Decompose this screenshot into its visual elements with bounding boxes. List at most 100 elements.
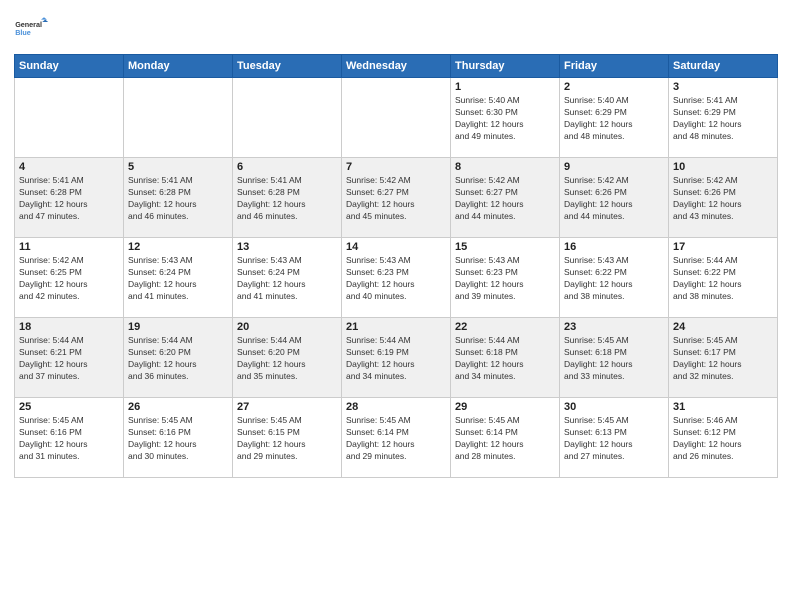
calendar-day-20: 20 Sunrise: 5:44 AM Sunset: 6:20 PM Dayli…	[233, 318, 342, 398]
calendar-day-15: 15 Sunrise: 5:43 AM Sunset: 6:23 PM Dayli…	[451, 238, 560, 318]
calendar-day-30: 30 Sunrise: 5:45 AM Sunset: 6:13 PM Dayli…	[560, 398, 669, 478]
day-number: 12	[128, 241, 228, 253]
day-info: Sunrise: 5:45 AM Sunset: 6:15 PM Dayligh…	[237, 415, 337, 463]
day-number: 29	[455, 401, 555, 413]
calendar-day-21: 21 Sunrise: 5:44 AM Sunset: 6:19 PM Dayli…	[342, 318, 451, 398]
day-number: 5	[128, 161, 228, 173]
day-info: Sunrise: 5:45 AM Sunset: 6:14 PM Dayligh…	[455, 415, 555, 463]
calendar-day-9: 9 Sunrise: 5:42 AM Sunset: 6:26 PM Daylig…	[560, 158, 669, 238]
day-info: Sunrise: 5:41 AM Sunset: 6:28 PM Dayligh…	[128, 175, 228, 223]
calendar-day-11: 11 Sunrise: 5:42 AM Sunset: 6:25 PM Dayli…	[15, 238, 124, 318]
svg-text:Blue: Blue	[15, 28, 31, 37]
calendar-header-wednesday: Wednesday	[342, 55, 451, 78]
day-number: 8	[455, 161, 555, 173]
calendar-week-row: 18Sunrise: 5:44 AM Sunset: 6:21 PM Dayli…	[15, 318, 778, 398]
day-info: Sunrise: 5:45 AM Sunset: 6:16 PM Dayligh…	[19, 415, 119, 463]
calendar-day-10: 10 Sunrise: 5:42 AM Sunset: 6:26 PM Dayli…	[669, 158, 778, 238]
day-info: Sunrise: 5:40 AM Sunset: 6:30 PM Dayligh…	[455, 95, 555, 143]
day-info: Sunrise: 5:43 AM Sunset: 6:23 PM Dayligh…	[455, 255, 555, 303]
calendar-day-19: 19 Sunrise: 5:44 AM Sunset: 6:20 PM Dayli…	[124, 318, 233, 398]
day-info: Sunrise: 5:42 AM Sunset: 6:25 PM Dayligh…	[19, 255, 119, 303]
calendar-day-22: 22Sunrise: 5:44 AM Sunset: 6:18 PM Dayli…	[451, 318, 560, 398]
day-number: 20	[237, 321, 337, 333]
day-number: 21	[346, 321, 446, 333]
calendar-day-31: 31 Sunrise: 5:46 AM Sunset: 6:12 PM Dayli…	[669, 398, 778, 478]
day-number: 22	[455, 321, 555, 333]
calendar-day-29: 29 Sunrise: 5:45 AM Sunset: 6:14 PM Dayli…	[451, 398, 560, 478]
day-number: 10	[673, 161, 773, 173]
day-info: Sunrise: 5:44 AM Sunset: 6:21 PM Dayligh…	[19, 335, 119, 383]
day-number: 14	[346, 241, 446, 253]
calendar-empty-cell	[342, 78, 451, 158]
day-info: Sunrise: 5:42 AM Sunset: 6:26 PM Dayligh…	[673, 175, 773, 223]
calendar-week-row: 11 Sunrise: 5:42 AM Sunset: 6:25 PM Dayli…	[15, 238, 778, 318]
day-number: 25	[19, 401, 119, 413]
calendar-day-26: 26 Sunrise: 5:45 AM Sunset: 6:16 PM Dayli…	[124, 398, 233, 478]
day-info: Sunrise: 5:44 AM Sunset: 6:19 PM Dayligh…	[346, 335, 446, 383]
calendar-day-25: 25 Sunrise: 5:45 AM Sunset: 6:16 PM Dayli…	[15, 398, 124, 478]
day-number: 16	[564, 241, 664, 253]
day-number: 4	[19, 161, 119, 173]
day-number: 15	[455, 241, 555, 253]
day-number: 31	[673, 401, 773, 413]
calendar-day-4: 4 Sunrise: 5:41 AM Sunset: 6:28 PM Daylig…	[15, 158, 124, 238]
day-number: 9	[564, 161, 664, 173]
day-info: Sunrise: 5:42 AM Sunset: 6:27 PM Dayligh…	[455, 175, 555, 223]
calendar-day-14: 14 Sunrise: 5:43 AM Sunset: 6:23 PM Dayli…	[342, 238, 451, 318]
day-number: 30	[564, 401, 664, 413]
calendar-day-23: 23Sunrise: 5:45 AM Sunset: 6:18 PM Dayli…	[560, 318, 669, 398]
day-number: 11	[19, 241, 119, 253]
day-info: Sunrise: 5:42 AM Sunset: 6:26 PM Dayligh…	[564, 175, 664, 223]
day-info: Sunrise: 5:45 AM Sunset: 6:14 PM Dayligh…	[346, 415, 446, 463]
day-number: 3	[673, 81, 773, 93]
calendar-day-6: 6 Sunrise: 5:41 AM Sunset: 6:28 PM Daylig…	[233, 158, 342, 238]
day-number: 19	[128, 321, 228, 333]
day-info: Sunrise: 5:41 AM Sunset: 6:28 PM Dayligh…	[237, 175, 337, 223]
day-number: 24	[673, 321, 773, 333]
calendar-day-1: 1 Sunrise: 5:40 AM Sunset: 6:30 PM Daylig…	[451, 78, 560, 158]
day-info: Sunrise: 5:43 AM Sunset: 6:22 PM Dayligh…	[564, 255, 664, 303]
calendar-day-12: 12 Sunrise: 5:43 AM Sunset: 6:24 PM Dayli…	[124, 238, 233, 318]
day-info: Sunrise: 5:40 AM Sunset: 6:29 PM Dayligh…	[564, 95, 664, 143]
day-info: Sunrise: 5:44 AM Sunset: 6:20 PM Dayligh…	[128, 335, 228, 383]
page-header: General Blue	[14, 10, 778, 46]
day-number: 26	[128, 401, 228, 413]
day-info: Sunrise: 5:41 AM Sunset: 6:29 PM Dayligh…	[673, 95, 773, 143]
day-info: Sunrise: 5:43 AM Sunset: 6:24 PM Dayligh…	[128, 255, 228, 303]
day-info: Sunrise: 5:45 AM Sunset: 6:18 PM Dayligh…	[564, 335, 664, 383]
day-info: Sunrise: 5:41 AM Sunset: 6:28 PM Dayligh…	[19, 175, 119, 223]
day-number: 6	[237, 161, 337, 173]
day-number: 17	[673, 241, 773, 253]
day-info: Sunrise: 5:43 AM Sunset: 6:23 PM Dayligh…	[346, 255, 446, 303]
calendar-header-friday: Friday	[560, 55, 669, 78]
logo: General Blue	[14, 10, 50, 46]
day-info: Sunrise: 5:45 AM Sunset: 6:13 PM Dayligh…	[564, 415, 664, 463]
calendar-day-5: 5 Sunrise: 5:41 AM Sunset: 6:28 PM Daylig…	[124, 158, 233, 238]
calendar-day-2: 2 Sunrise: 5:40 AM Sunset: 6:29 PM Daylig…	[560, 78, 669, 158]
day-number: 2	[564, 81, 664, 93]
calendar-empty-cell	[15, 78, 124, 158]
calendar-header-row: SundayMondayTuesdayWednesdayThursdayFrid…	[15, 55, 778, 78]
calendar-day-3: 3 Sunrise: 5:41 AM Sunset: 6:29 PM Daylig…	[669, 78, 778, 158]
svg-text:General: General	[15, 20, 42, 29]
day-info: Sunrise: 5:43 AM Sunset: 6:24 PM Dayligh…	[237, 255, 337, 303]
calendar-week-row: 1 Sunrise: 5:40 AM Sunset: 6:30 PM Daylig…	[15, 78, 778, 158]
calendar-day-8: 8 Sunrise: 5:42 AM Sunset: 6:27 PM Daylig…	[451, 158, 560, 238]
calendar-empty-cell	[233, 78, 342, 158]
calendar-empty-cell	[124, 78, 233, 158]
day-number: 7	[346, 161, 446, 173]
day-number: 13	[237, 241, 337, 253]
day-info: Sunrise: 5:44 AM Sunset: 6:20 PM Dayligh…	[237, 335, 337, 383]
calendar-day-24: 24 Sunrise: 5:45 AM Sunset: 6:17 PM Dayli…	[669, 318, 778, 398]
calendar-table: SundayMondayTuesdayWednesdayThursdayFrid…	[14, 54, 778, 478]
day-info: Sunrise: 5:45 AM Sunset: 6:16 PM Dayligh…	[128, 415, 228, 463]
calendar-day-16: 16 Sunrise: 5:43 AM Sunset: 6:22 PM Dayli…	[560, 238, 669, 318]
general-blue-logo-icon: General Blue	[14, 10, 50, 46]
calendar-day-27: 27Sunrise: 5:45 AM Sunset: 6:15 PM Dayli…	[233, 398, 342, 478]
calendar-header-thursday: Thursday	[451, 55, 560, 78]
calendar-header-sunday: Sunday	[15, 55, 124, 78]
day-info: Sunrise: 5:46 AM Sunset: 6:12 PM Dayligh…	[673, 415, 773, 463]
day-info: Sunrise: 5:45 AM Sunset: 6:17 PM Dayligh…	[673, 335, 773, 383]
day-number: 1	[455, 81, 555, 93]
calendar-header-tuesday: Tuesday	[233, 55, 342, 78]
